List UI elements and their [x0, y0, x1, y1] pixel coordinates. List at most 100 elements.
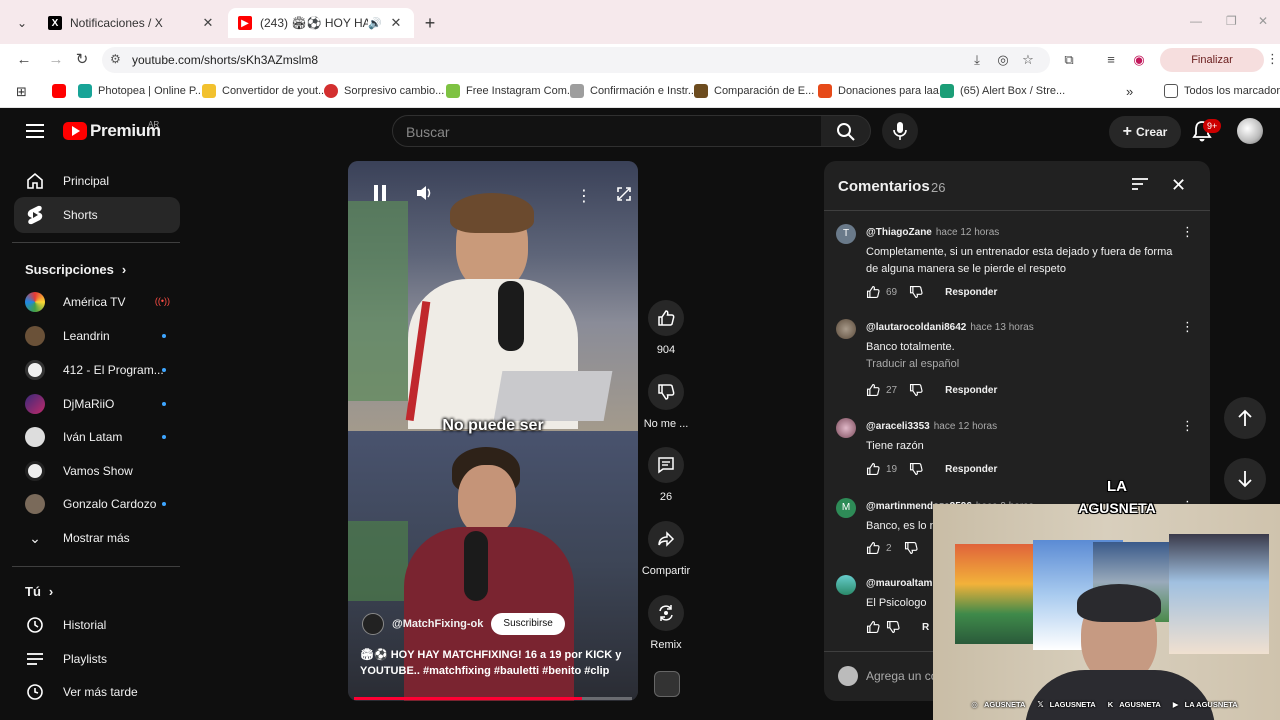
comment-avatar[interactable]: [836, 319, 856, 339]
pause-button[interactable]: [366, 183, 394, 211]
close-tab-icon[interactable]: ✕: [200, 15, 216, 31]
video-title[interactable]: 🏟⚽ HOY HAY MATCHFIXING! 16 a 19 por KICK…: [360, 647, 630, 679]
bookmark-item[interactable]: Donaciones para laa...: [818, 84, 948, 98]
forward-icon[interactable]: →: [46, 50, 66, 70]
audio-thumbnail[interactable]: [654, 671, 680, 697]
apps-grid-icon[interactable]: ⊞: [16, 84, 27, 100]
subscription-item[interactable]: 412 - El Program...: [14, 352, 180, 388]
minimize-icon[interactable]: —: [1190, 14, 1202, 28]
reply-button[interactable]: Responder: [945, 385, 997, 396]
next-short-button[interactable]: [1224, 458, 1266, 500]
thumbs-up-icon[interactable]: [866, 462, 880, 476]
close-tab-icon[interactable]: ✕: [388, 15, 404, 31]
bookmark-star-icon[interactable]: ☆: [1019, 51, 1037, 69]
comment-menu-icon[interactable]: ⋮: [1181, 319, 1194, 335]
extensions-icon[interactable]: ⧉: [1060, 51, 1078, 69]
more-options-icon[interactable]: ⋮: [570, 183, 598, 211]
bookmark-youtube[interactable]: [52, 84, 72, 98]
subscriptions-heading[interactable]: Suscripciones ›: [25, 262, 126, 277]
search-button[interactable]: [821, 115, 871, 147]
site-info-icon[interactable]: ⚙: [110, 52, 121, 66]
back-icon[interactable]: ←: [14, 50, 34, 70]
remix-button[interactable]: [648, 595, 684, 631]
voice-search-button[interactable]: [882, 113, 918, 149]
search-input[interactable]: Buscar: [392, 115, 822, 147]
channel-name[interactable]: @MatchFixing-ok: [392, 618, 483, 630]
reply-button[interactable]: Responder: [945, 287, 997, 298]
comment-author[interactable]: @mauroaltam: [866, 578, 932, 589]
subscription-item[interactable]: Iván Latam: [14, 419, 180, 455]
update-button[interactable]: Finalizar actualización: [1160, 48, 1264, 90]
comment-author[interactable]: @ThiagoZane hace 12 horas: [866, 227, 999, 238]
bookmark-item[interactable]: Comparación de E...: [694, 84, 814, 98]
subscription-item[interactable]: DjMaRiiO: [14, 386, 180, 422]
more-bookmarks-icon[interactable]: »: [1126, 84, 1133, 99]
comment-menu-icon[interactable]: ⋮: [1181, 418, 1194, 434]
browser-menu-icon[interactable]: ⋮: [1266, 51, 1279, 67]
sort-button[interactable]: [1131, 177, 1149, 195]
account-avatar[interactable]: [1237, 118, 1263, 144]
bookmark-item[interactable]: Confirmación e Instr...: [570, 84, 697, 98]
thumbs-up-icon[interactable]: [866, 620, 880, 634]
comment-avatar[interactable]: [836, 575, 856, 595]
tracking-eye-icon[interactable]: ◎: [994, 51, 1012, 69]
translate-link[interactable]: Traducir al español: [866, 358, 959, 370]
sidebar-item-history[interactable]: Historial: [14, 607, 180, 643]
volume-button[interactable]: [411, 183, 439, 211]
subscribe-button[interactable]: Suscribirse: [491, 613, 565, 635]
comment-author[interactable]: @lautarocoldani8642 hace 13 horas: [866, 322, 1034, 333]
sidebar-item-shorts[interactable]: Shorts: [14, 197, 180, 233]
thumbs-up-icon[interactable]: [866, 541, 880, 555]
reload-icon[interactable]: ↻: [72, 50, 92, 70]
fullscreen-button[interactable]: [610, 183, 638, 211]
speaker-icon[interactable]: 🔊: [368, 17, 382, 30]
show-more-button[interactable]: ⌄ Mostrar más: [14, 520, 180, 556]
comment-avatar[interactable]: T: [836, 224, 856, 244]
subscription-item[interactable]: América TV ((•)): [14, 284, 180, 320]
bookmark-item[interactable]: Photopea | Online P...: [78, 84, 204, 98]
subscription-item[interactable]: Gonzalo Cardozo: [14, 486, 180, 522]
add-comment-input[interactable]: Agrega un co: [866, 669, 937, 683]
shorts-player[interactable]: No puede ser ⋮ @MatchFixing-ok Suscribir…: [348, 161, 638, 701]
thumbs-down-icon[interactable]: [909, 285, 923, 299]
media-queue-icon[interactable]: ≡: [1102, 51, 1120, 69]
thumbs-up-icon[interactable]: [866, 383, 880, 397]
all-bookmarks[interactable]: Todos los marcadores: [1164, 84, 1280, 98]
install-app-icon[interactable]: ⤓: [968, 51, 986, 69]
progress-bar[interactable]: [354, 697, 632, 700]
thumbs-down-icon[interactable]: [886, 620, 900, 634]
thumbs-up-icon[interactable]: [866, 285, 880, 299]
tab-youtube-short[interactable]: ▶ (243) 🏟⚽ HOY HAY MAT 🔊 ✕: [228, 8, 414, 38]
tab-search-dropdown[interactable]: ⌄: [10, 12, 34, 34]
thumbs-down-icon[interactable]: [904, 541, 918, 555]
create-button[interactable]: + Crear: [1109, 116, 1181, 148]
new-tab-button[interactable]: +: [420, 12, 440, 34]
bookmark-item[interactable]: Sorpresivo cambio...: [324, 84, 444, 98]
bookmark-item[interactable]: Convertidor de yout...: [202, 84, 327, 98]
subscription-item[interactable]: Leandrin: [14, 318, 180, 354]
dislike-button[interactable]: [648, 374, 684, 410]
bookmark-item[interactable]: Free Instagram Com...: [446, 84, 576, 98]
like-button[interactable]: [648, 300, 684, 336]
sidebar-item-watch-later[interactable]: Ver más tarde: [14, 674, 180, 710]
previous-short-button[interactable]: [1224, 397, 1266, 439]
share-button[interactable]: [648, 521, 684, 557]
channel-avatar[interactable]: [362, 613, 384, 635]
sidebar-item-playlists[interactable]: Playlists: [14, 641, 180, 677]
close-icon[interactable]: ✕: [1171, 175, 1186, 196]
sidebar-item-principal[interactable]: Principal: [14, 163, 180, 199]
bookmark-item[interactable]: (65) Alert Box / Stre...: [940, 84, 1065, 98]
tab-x-notifications[interactable]: X Notificaciones / X ✕: [38, 8, 226, 38]
thumbs-down-icon[interactable]: [909, 462, 923, 476]
menu-icon[interactable]: [26, 124, 44, 138]
reply-button[interactable]: R: [922, 622, 929, 633]
youtube-logo-icon[interactable]: [63, 122, 87, 140]
address-bar[interactable]: ⚙ youtube.com/shorts/sKh3AZmslm8: [102, 47, 1050, 73]
comments-button[interactable]: [648, 447, 684, 483]
comment-author[interactable]: @araceli3353 hace 12 horas: [866, 421, 997, 432]
close-window-icon[interactable]: ✕: [1258, 14, 1268, 28]
comment-menu-icon[interactable]: ⋮: [1181, 224, 1194, 240]
subscription-item[interactable]: Vamos Show: [14, 453, 180, 489]
comment-avatar[interactable]: M: [836, 498, 856, 518]
maximize-icon[interactable]: ❐: [1226, 14, 1237, 28]
